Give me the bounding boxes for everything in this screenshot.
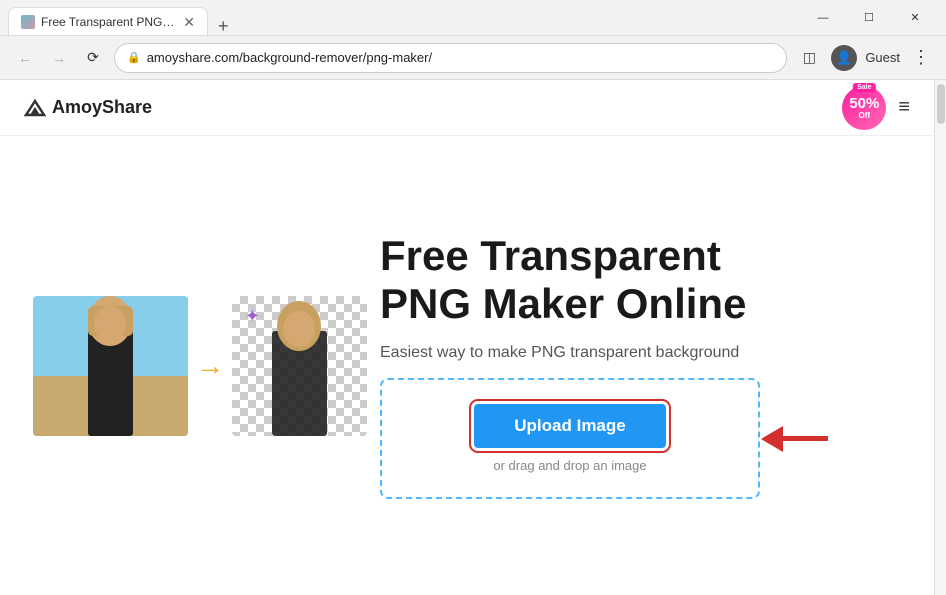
browser-toolbar: ← → ⟳ 🔒 amoyshare.com/background-remover… <box>0 36 946 80</box>
tab-title: Free Transparent PNG Maker - <box>41 15 177 29</box>
before-image-svg <box>33 296 188 436</box>
page-title: Free Transparent PNG Maker Online <box>380 232 874 329</box>
forward-button[interactable]: → <box>46 45 72 71</box>
sparkle-icon: ✦ <box>245 306 260 327</box>
main-area: → <box>0 136 934 595</box>
profile-label: Guest <box>865 50 900 65</box>
title-bar: Free Transparent PNG Maker - ✕ + — ☐ ✕ <box>0 0 946 36</box>
close-button[interactable]: ✕ <box>892 0 938 36</box>
red-arrow-indicator <box>761 426 828 452</box>
minimize-button[interactable]: — <box>800 0 846 36</box>
new-tab-button[interactable]: + <box>212 17 235 35</box>
upload-area: Upload Image or drag and drop an image <box>380 378 760 499</box>
header-right: Sale 50% Off ≡ <box>842 86 910 130</box>
tab-favicon-icon <box>21 15 35 29</box>
profile-avatar[interactable]: 👤 <box>831 45 857 71</box>
page-subtitle: Easiest way to make PNG transparent back… <box>380 344 874 362</box>
tab-area: Free Transparent PNG Maker - ✕ + <box>8 0 235 35</box>
browser-frame: Free Transparent PNG Maker - ✕ + — ☐ ✕ ←… <box>0 0 946 595</box>
drag-drop-text: or drag and drop an image <box>493 458 646 473</box>
demo-container: → <box>33 296 367 436</box>
address-bar[interactable]: 🔒 amoyshare.com/background-remover/png-m… <box>114 43 787 73</box>
right-content: Free Transparent PNG Maker Online Easies… <box>380 232 874 500</box>
maximize-button[interactable]: ☐ <box>846 0 892 36</box>
address-text: amoyshare.com/background-remover/png-mak… <box>147 50 775 65</box>
logo-area: AmoyShare <box>24 97 152 119</box>
back-button[interactable]: ← <box>12 45 38 71</box>
browser-menu-button[interactable]: ⋮ <box>908 47 934 68</box>
arrow-head-icon <box>761 426 783 452</box>
before-image <box>33 296 188 436</box>
arrow-line <box>783 436 828 441</box>
scrollbar-thumb[interactable] <box>937 84 945 124</box>
sale-badge[interactable]: Sale 50% Off <box>842 86 886 130</box>
site-header: AmoyShare Sale 50% Off ≡ <box>0 80 934 136</box>
extensions-button[interactable]: ◫ <box>795 44 823 72</box>
content-wrapper: AmoyShare Sale 50% Off ≡ <box>0 80 946 595</box>
tab-close-button[interactable]: ✕ <box>183 15 195 29</box>
image-demo: → <box>60 296 340 436</box>
lock-icon: 🔒 <box>127 51 141 64</box>
sale-percent-label: 50% <box>849 96 879 111</box>
sale-off-label: Off <box>859 111 871 120</box>
reload-button[interactable]: ⟳ <box>80 45 106 71</box>
window-controls: — ☐ ✕ <box>800 0 938 36</box>
scrollbar[interactable] <box>934 80 946 595</box>
logo-icon <box>24 97 46 119</box>
upload-image-button[interactable]: Upload Image <box>474 404 665 448</box>
browser-tab[interactable]: Free Transparent PNG Maker - ✕ <box>8 7 208 35</box>
arrow-right-icon: → <box>196 350 224 382</box>
hamburger-menu-button[interactable]: ≡ <box>898 96 910 119</box>
logo-text: AmoyShare <box>52 97 152 118</box>
sale-tag-label: Sale <box>853 83 875 92</box>
page-content: AmoyShare Sale 50% Off ≡ <box>0 80 934 595</box>
